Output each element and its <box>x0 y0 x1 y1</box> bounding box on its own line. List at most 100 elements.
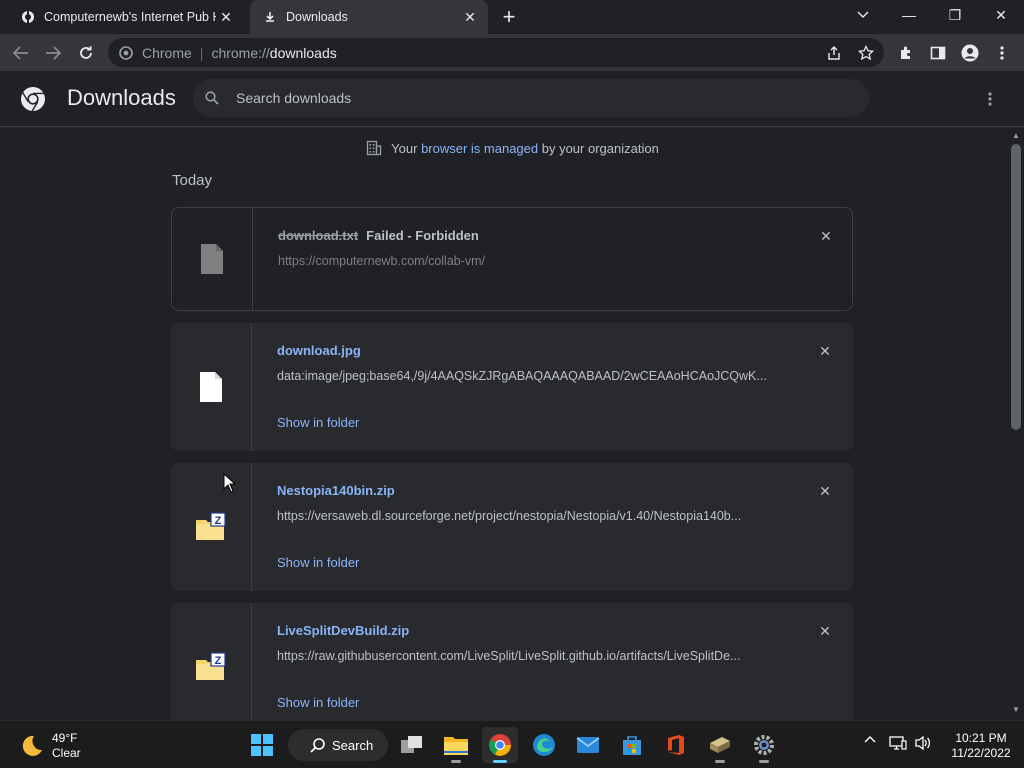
download-url[interactable]: https://computernewb.com/collab-vm/ <box>278 254 485 268</box>
extensions-icon[interactable] <box>893 40 919 66</box>
file-icon-column: Z <box>171 463 252 591</box>
page-scrollbar[interactable]: ▲ ▼ <box>1008 127 1024 720</box>
edge-icon[interactable] <box>526 727 562 763</box>
tab-title: Downloads <box>286 10 348 24</box>
file-name[interactable]: LiveSplitDevBuild.zip <box>277 623 409 638</box>
svg-text:Z: Z <box>215 515 222 527</box>
taskbar-search-button[interactable]: Search <box>288 729 388 761</box>
chrome-taskbar-icon[interactable] <box>482 727 518 763</box>
minimize-button[interactable]: — <box>886 0 932 30</box>
remove-download-icon[interactable]: ✕ <box>816 226 836 246</box>
moon-icon <box>22 735 42 756</box>
site-favicon-icon <box>20 9 36 25</box>
settings-gear-icon[interactable] <box>746 727 782 763</box>
task-view-icon[interactable] <box>394 727 430 763</box>
close-window-button[interactable]: ✕ <box>978 0 1024 30</box>
search-icon <box>203 89 221 107</box>
restore-button[interactable]: ❐ <box>932 0 978 30</box>
start-button[interactable] <box>244 727 280 763</box>
svg-text:Z: Z <box>215 655 222 667</box>
side-panel-icon[interactable] <box>925 40 951 66</box>
running-indicator <box>715 760 725 763</box>
file-name[interactable]: Nestopia140bin.zip <box>277 483 395 498</box>
reload-button[interactable] <box>73 40 99 66</box>
forward-button[interactable] <box>40 40 66 66</box>
tab-search-chevron-icon[interactable] <box>840 0 886 30</box>
download-url[interactable]: data:image/jpeg;base64,/9j/4AAQSkZJRgABA… <box>277 369 767 383</box>
more-actions-icon[interactable] <box>978 87 1002 111</box>
file-gray-icon <box>201 244 223 274</box>
download-url[interactable]: https://versaweb.dl.sourceforge.net/proj… <box>277 509 741 523</box>
download-name-line: download.txt Failed - Forbidden <box>278 228 479 243</box>
windows-taskbar: 49°F Clear Search 10:21 PM 11/22/2022 <box>0 720 1024 768</box>
running-indicator <box>759 760 769 763</box>
download-icon <box>262 9 278 25</box>
office-icon[interactable] <box>658 727 694 763</box>
app-icon[interactable] <box>702 727 738 763</box>
tab-close-icon[interactable]: ✕ <box>460 7 480 27</box>
file-white-icon <box>200 372 222 402</box>
microsoft-store-icon[interactable] <box>614 727 650 763</box>
show-in-folder-link[interactable]: Show in folder <box>277 555 359 570</box>
download-item: download.txt Failed - Forbidden https://c… <box>171 207 853 311</box>
managed-text-prefix: Your <box>391 140 422 156</box>
show-in-folder-link[interactable]: Show in folder <box>277 695 359 710</box>
mail-icon[interactable] <box>570 727 606 763</box>
weather-condition: Clear <box>52 746 81 760</box>
taskbar-search-label: Search <box>332 737 374 753</box>
share-icon[interactable] <box>824 43 844 63</box>
zip-folder-icon: Z <box>196 512 226 540</box>
running-indicator <box>451 760 461 763</box>
mouse-cursor-icon <box>223 473 237 493</box>
chrome-icon <box>118 45 134 61</box>
section-label-today: Today <box>172 172 213 189</box>
file-icon-column <box>171 323 252 451</box>
weather-temperature: 49°F <box>52 731 78 745</box>
show-in-folder-link[interactable]: Show in folder <box>277 415 359 430</box>
network-icon[interactable] <box>888 735 908 751</box>
scroll-thumb[interactable] <box>1011 144 1021 430</box>
chrome-menu-icon[interactable] <box>989 40 1015 66</box>
weather-widget[interactable]: 49°F Clear <box>18 731 81 761</box>
search-input[interactable] <box>236 90 836 106</box>
managed-link[interactable]: browser is managed <box>421 141 538 156</box>
system-clock[interactable]: 10:21 PM 11/22/2022 <box>946 731 1016 761</box>
tab-downloads[interactable]: Downloads ✕ <box>250 0 488 34</box>
omnibox-divider: | <box>199 44 204 61</box>
search-downloads-box[interactable] <box>193 79 869 117</box>
bookmark-star-icon[interactable] <box>856 43 876 63</box>
download-url[interactable]: https://raw.githubusercontent.com/LiveSp… <box>277 649 740 663</box>
download-item: Z LiveSplitDevBuild.zip https://raw.gith… <box>171 603 853 720</box>
scroll-down-arrow-icon[interactable]: ▼ <box>1011 705 1021 714</box>
download-item: Z Nestopia140bin.zip https://versaweb.dl… <box>171 463 853 591</box>
file-explorer-icon[interactable] <box>438 727 474 763</box>
toolbar: Chrome | chrome://downloads <box>0 34 1024 71</box>
tab-title: Computernewb's Internet Pub Hub <box>44 10 216 24</box>
chrome-logo-icon <box>21 87 45 112</box>
file-name: download.txt <box>278 228 359 243</box>
managed-text-suffix: by your organization <box>538 140 659 156</box>
managed-notice: Your browser is managed by your organiza… <box>0 139 1008 157</box>
new-tab-button[interactable]: + <box>498 4 520 29</box>
scroll-up-arrow-icon[interactable]: ▲ <box>1011 131 1021 140</box>
url-host: downloads <box>269 44 337 61</box>
profile-avatar-icon[interactable] <box>957 40 983 66</box>
download-name-line: Nestopia140bin.zip <box>277 483 395 498</box>
tab-computernewb[interactable]: Computernewb's Internet Pub Hub ✕ <box>8 0 244 34</box>
tab-strip: Computernewb's Internet Pub Hub ✕ Downlo… <box>0 0 1024 34</box>
remove-download-icon[interactable]: ✕ <box>815 341 835 361</box>
zip-folder-icon: Z <box>196 652 226 680</box>
tab-close-icon[interactable]: ✕ <box>216 7 236 27</box>
tray-overflow-chevron-icon[interactable] <box>862 735 878 743</box>
file-icon-column <box>172 208 253 310</box>
volume-icon[interactable] <box>913 735 933 751</box>
back-button[interactable] <box>8 40 34 66</box>
file-name[interactable]: download.jpg <box>277 343 361 358</box>
clock-date: 11/22/2022 <box>951 746 1011 760</box>
download-item: download.jpg data:image/jpeg;base64,/9j/… <box>171 323 853 451</box>
address-bar[interactable]: Chrome | chrome://downloads <box>108 38 884 67</box>
remove-download-icon[interactable]: ✕ <box>815 621 835 641</box>
remove-download-icon[interactable]: ✕ <box>815 481 835 501</box>
search-icon <box>310 738 325 753</box>
failure-status: Failed - Forbidden <box>366 228 479 243</box>
